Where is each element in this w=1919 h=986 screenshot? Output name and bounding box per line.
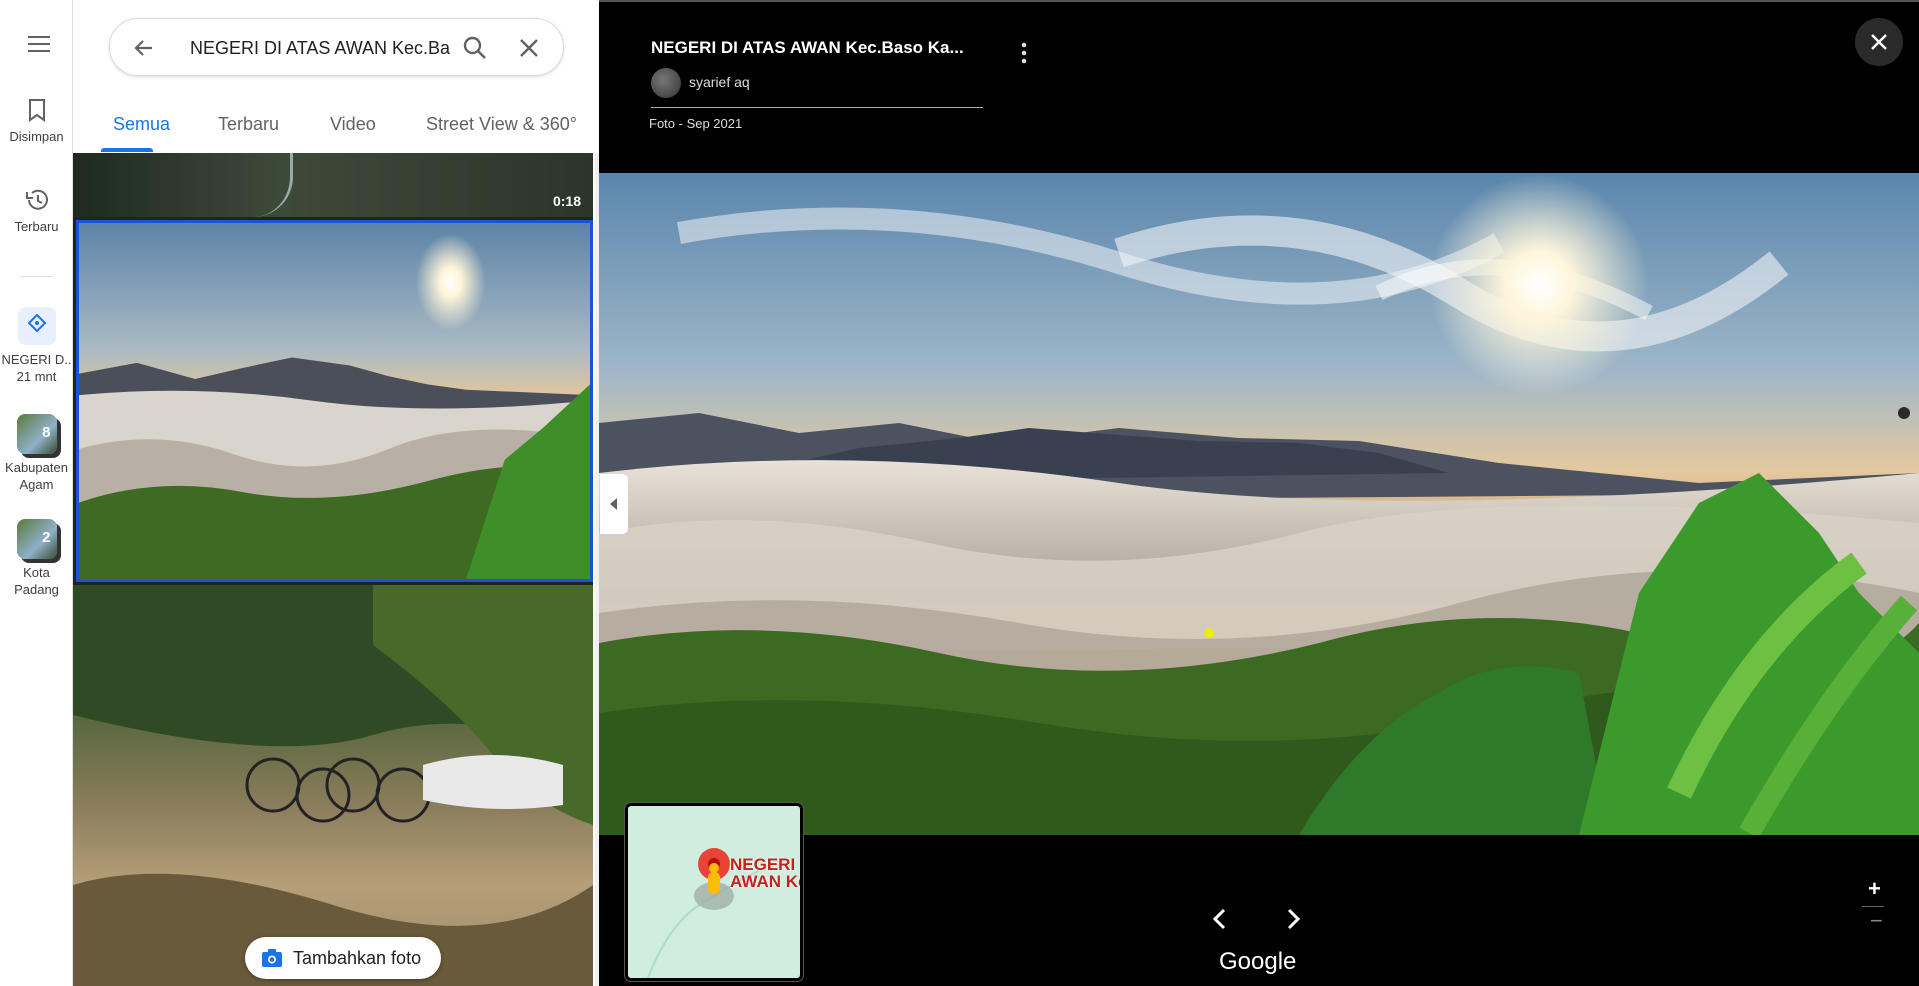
photo-date: Foto - Sep 2021	[649, 116, 743, 131]
zoom-out-button[interactable]: −	[1870, 908, 1883, 934]
recent-place-agam[interactable]: 8 Kabupaten Agam	[0, 414, 73, 493]
photo-thumbnail[interactable]	[73, 585, 593, 986]
mini-map[interactable]: NEGERI D AWAN Ke	[624, 802, 804, 982]
photos-panel: NEGERI DI ATAS AWAN Kec.Ba Semua Terbaru…	[73, 0, 599, 986]
video-thumbnail[interactable]: 0:18	[73, 153, 593, 217]
saved-label: Disimpan	[9, 129, 64, 144]
bookmark-icon	[28, 99, 45, 122]
zoom-in-button[interactable]: +	[1868, 876, 1881, 902]
back-arrow-icon[interactable]	[132, 36, 156, 60]
zoom-divider	[1862, 906, 1884, 907]
tab-street-view[interactable]: Street View & 360°	[426, 114, 577, 135]
camera-icon	[262, 949, 282, 967]
place-thumbnail: 2	[16, 519, 57, 559]
add-photo-label: Tambahkan foto	[293, 947, 422, 968]
close-icon	[1871, 34, 1887, 50]
tab-all[interactable]: Semua	[113, 114, 170, 135]
recent-button[interactable]: Terbaru	[0, 188, 73, 235]
recent-place-time: 21 mnt	[16, 369, 57, 384]
clear-icon[interactable]	[518, 37, 540, 59]
previous-photo-icon[interactable]	[1211, 908, 1227, 930]
photo-tabs: Semua Terbaru Video Street View & 360°	[73, 110, 599, 152]
main-photo[interactable]	[599, 173, 1919, 835]
place-thumbnail: 8	[16, 414, 57, 454]
side-rail: Disimpan Terbaru NEGERI D.. 21 mnt 8 Kab…	[0, 0, 73, 986]
tab-video[interactable]: Video	[330, 114, 376, 135]
recent-place-negeri[interactable]: NEGERI D.. 21 mnt	[0, 307, 73, 385]
menu-icon[interactable]	[28, 36, 50, 52]
rail-divider	[20, 276, 53, 277]
photo-viewer: NEGERI DI ATAS AWAN Kec.Baso Ka... syari…	[599, 0, 1919, 986]
recent-place-label: Agam	[19, 477, 54, 492]
map-place-label: NEGERI D AWAN Ke	[730, 855, 803, 891]
collapse-panel-button[interactable]	[600, 474, 628, 534]
recent-place-label: NEGERI D..	[1, 352, 72, 367]
add-photo-button[interactable]: Tambahkan foto	[245, 937, 441, 979]
photo-grid[interactable]: 0:18	[73, 153, 593, 986]
author-name[interactable]: syarief aq	[689, 74, 750, 90]
recent-place-label: Kabupaten	[5, 460, 68, 475]
next-photo-icon[interactable]	[1286, 908, 1302, 930]
video-duration: 0:18	[552, 193, 581, 209]
avatar[interactable]	[651, 68, 681, 98]
tab-latest[interactable]: Terbaru	[218, 114, 279, 135]
top-divider	[599, 0, 1919, 2]
recent-place-label: Kota	[23, 565, 50, 580]
search-icon[interactable]	[462, 35, 488, 61]
more-options-icon[interactable]	[1021, 42, 1027, 64]
active-tab-indicator	[101, 148, 153, 152]
google-logo: Google	[1219, 948, 1297, 975]
saved-button[interactable]: Disimpan	[0, 98, 73, 145]
close-button[interactable]	[1855, 18, 1903, 66]
recent-place-label: Padang	[14, 582, 59, 597]
place-title[interactable]: NEGERI DI ATAS AWAN Kec.Baso Ka...	[651, 38, 964, 58]
directions-pin-icon	[17, 307, 56, 345]
search-input[interactable]: NEGERI DI ATAS AWAN Kec.Ba	[190, 38, 452, 59]
selected-photo-thumbnail[interactable]	[76, 220, 593, 582]
history-icon	[25, 189, 48, 210]
author-row[interactable]: syarief aq	[651, 68, 983, 108]
recent-place-padang[interactable]: 2 Kota Padang	[0, 519, 73, 598]
search-box[interactable]: NEGERI DI ATAS AWAN Kec.Ba	[109, 18, 564, 76]
chevron-left-icon	[610, 498, 617, 510]
recent-label: Terbaru	[14, 219, 59, 234]
